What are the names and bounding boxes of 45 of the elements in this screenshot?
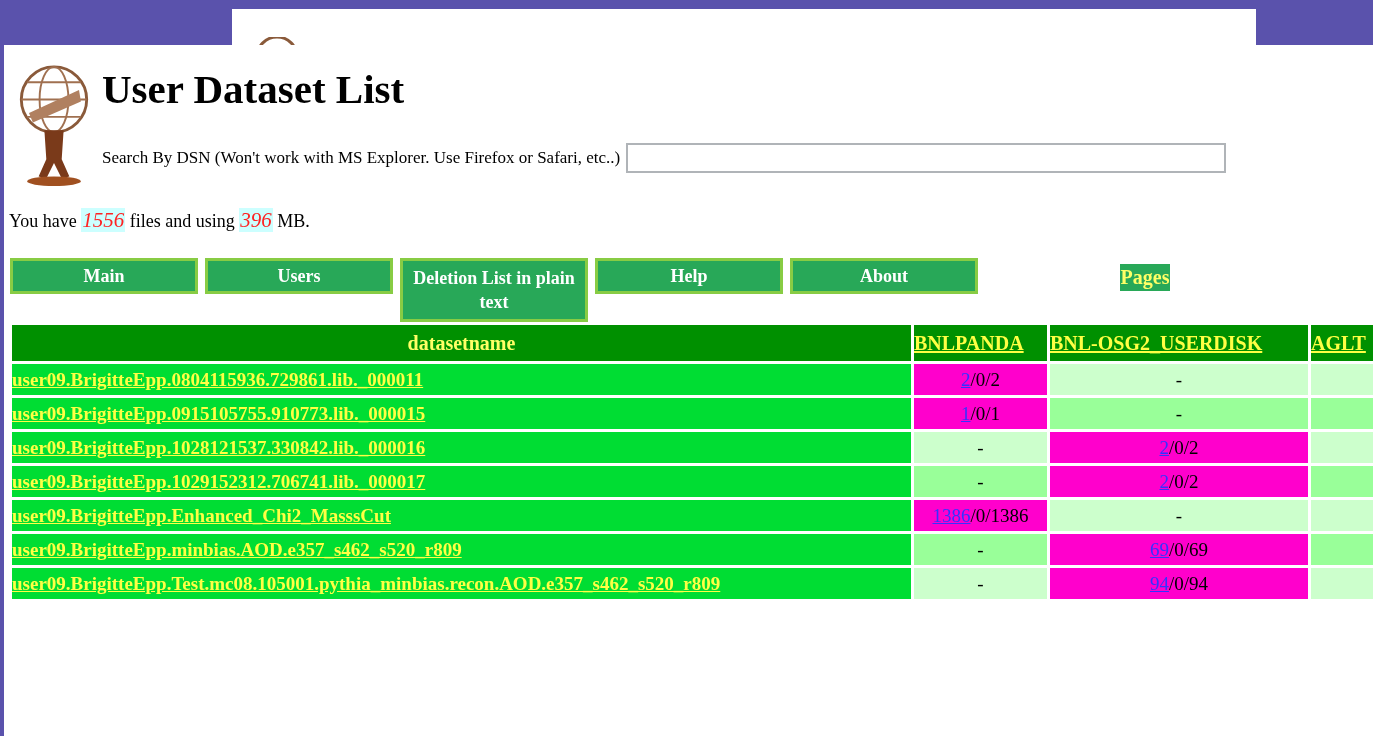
column-header[interactable]: BNL-OSG2_USERDISK (1050, 325, 1308, 361)
table-cell: 1/0/1 (914, 398, 1047, 429)
dataset-link[interactable]: user09.BrigitteEpp.Enhanced_Chi2_MasssCut (12, 504, 391, 526)
dataset-link[interactable]: user09.BrigitteEpp.minbias.AOD.e357_s462_s520_r809 (12, 538, 462, 560)
column-link[interactable]: BNLPANDA (914, 331, 1024, 354)
count-link[interactable]: 2 (1159, 436, 1169, 458)
nav-button[interactable]: Main (10, 258, 198, 294)
table-cell: - (1050, 500, 1308, 531)
count-link[interactable]: 69 (1149, 538, 1169, 560)
nav-button[interactable]: Help (595, 258, 783, 294)
dataset-link[interactable]: user09.BrigitteEpp.0915105755.910773.lib._000015 (12, 402, 426, 424)
table-cell: 1386/0/1386 (914, 500, 1047, 531)
table-cell: - (914, 534, 1047, 565)
table-cell: 69/0/69 (1050, 534, 1308, 565)
page-title: User Dataset List (102, 65, 406, 113)
summary-text: You have 1556 files and using 396 MB. (9, 208, 311, 233)
count-link[interactable]: 1386 (932, 504, 971, 526)
count-link[interactable]: 1 (960, 402, 971, 424)
count-link[interactable]: 2 (960, 368, 971, 390)
dataset-link[interactable]: user09.BrigitteEpp.1029152312.706741.lib._000017 (12, 470, 426, 492)
dataset-link[interactable]: user09.BrigitteEpp.1028121537.330842.lib._000016 (12, 436, 426, 458)
table-cell: - (914, 432, 1047, 463)
nav-button[interactable]: Deletion List in plain text (400, 258, 588, 322)
table-cell: - (1050, 364, 1308, 395)
column-header: datasetname (12, 325, 911, 361)
dataset-link[interactable]: user09.BrigitteEpp.0804115936.729861.lib._000011 (12, 368, 424, 390)
column-header[interactable]: BNLPANDA (914, 325, 1047, 361)
table-cell: 2/0/2 (1050, 466, 1308, 497)
pages-label: Pages (1119, 264, 1171, 291)
table-cell: - (1050, 398, 1308, 429)
table-cell: 2/0/2 (1050, 432, 1308, 463)
nav-button[interactable]: About (790, 258, 978, 294)
nav-button[interactable]: Users (205, 258, 393, 294)
search-field[interactable] (626, 143, 1227, 173)
table-cell: 2/0/2 (914, 364, 1047, 395)
table-cell: - (914, 568, 1047, 599)
table-cell: - (914, 466, 1047, 497)
dataset-link[interactable]: user09.BrigitteEpp.Test.mc08.105001.pythia_minbias.recon.AOD.e357_s462_s520_r809 (12, 572, 721, 594)
column-link[interactable]: AGLT (1311, 331, 1366, 354)
table-cell: 94/0/94 (1050, 568, 1308, 599)
count-link[interactable]: 94 (1149, 572, 1169, 594)
search-label: Search By DSN (Won't work with MS Explorer. Use Firefox or Safari, etc..) (102, 148, 621, 168)
column-link[interactable]: BNL-OSG2_USERDISK (1050, 331, 1263, 354)
column-header[interactable]: AGLT (1311, 325, 1373, 361)
count-link[interactable]: 2 (1159, 470, 1169, 492)
